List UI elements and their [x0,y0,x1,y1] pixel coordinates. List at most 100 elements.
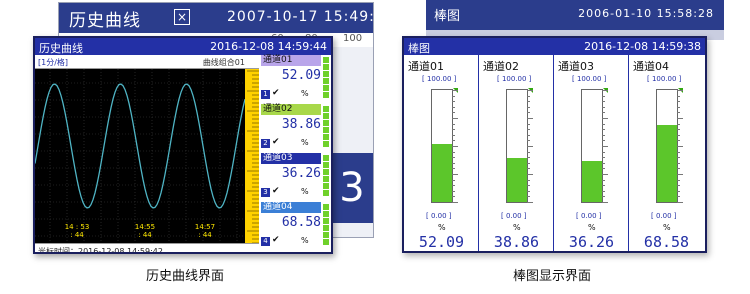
history-titlebar: 历史曲线 2016-12-08 14:59:44 [35,38,331,55]
time-label-sec: : 44 [198,231,212,239]
channel-panel-01[interactable]: 通道01 52.09 1 ✔ % [261,55,331,104]
history-title: 历史曲线 [39,42,83,55]
bar-tick [452,162,455,164]
curve-group-label[interactable]: 曲线组合01 [203,57,245,68]
bar-tube [431,88,458,203]
bar-titlebar: 棒图 2016-12-08 14:59:38 [404,38,705,55]
bar-tick [452,101,455,103]
cursor-time: 光标时间：2016-12-08 14:59:42 [38,247,163,254]
bar-tick [452,168,455,170]
bar-value: 36.26 [568,233,615,251]
interval-label[interactable]: [1分/格] [38,57,68,68]
channel-panel-02[interactable]: 通道02 38.86 2 ✔ % [261,104,331,153]
caption-bar: 棒图显示界面 [513,269,592,284]
channel-unit: % [301,138,309,147]
check-icon[interactable]: ✔ [272,88,280,98]
history-back-titlebar: 历史曲线 × 2007-10-17 15:49:39 [59,3,373,33]
bar-tick [602,106,605,108]
check-icon[interactable]: ✔ [272,186,280,196]
bar-tick [527,168,530,170]
bar-channel-name: 通道04 [633,60,669,73]
channel-panel-03[interactable]: 通道03 36.26 3 ✔ % [261,153,331,202]
bar-chart-window: 棒图 2016-12-08 14:59:38 通道01 [ 100.00 ] [… [402,36,707,253]
channel-name: 通道03 [261,153,321,164]
bar-fill [582,161,602,202]
bar-tick [452,157,455,159]
bar-tick [677,101,680,103]
time-label-sec: : 44 [138,231,152,239]
bar-range-min: [ 0.00 ] [576,212,602,220]
history-datetime: 2016-12-08 14:59:44 [210,40,327,53]
channel-value: 68.58 [281,215,321,230]
bar-tick [527,118,533,119]
bar-tick [602,90,608,91]
bar-tick [452,106,455,108]
bar-column-01[interactable]: 通道01 [ 100.00 ] [ 0.00 ] % 52.09 [404,55,479,251]
bar-tick [677,90,683,91]
bar-tick [452,118,458,119]
bar-title: 棒图 [408,42,430,55]
channel-panel-04[interactable]: 通道04 68.58 4 ✔ % [261,202,331,251]
channel-number: 1 [261,90,270,99]
bar-tick [602,140,605,142]
history-back-title: 历史曲线 [69,11,141,31]
bar-column-03[interactable]: 通道03 [ 100.00 ] [ 0.00 ] % 36.26 [554,55,629,251]
bar-tick [452,95,455,97]
bar-column-02[interactable]: 通道02 [ 100.00 ] [ 0.00 ] % 38.86 [479,55,554,251]
bar-tick [527,95,530,97]
bar-tick [452,196,455,198]
bar-channel-name: 通道01 [408,60,444,73]
level-bars [323,155,329,199]
bar-tick [677,129,680,131]
bar-tick [527,157,530,159]
bar-tick [527,185,530,187]
bar-tick [452,140,455,142]
bar-tube [656,88,683,203]
bar-ticks [527,90,533,203]
bar-datetime: 2016-12-08 14:59:38 [584,40,701,53]
bar-tick [677,174,683,175]
time-label: 14:55 : 44 [130,223,160,239]
bar-tick [602,134,605,136]
check-icon[interactable]: ✔ [272,235,280,245]
check-icon[interactable]: ✔ [272,137,280,147]
curve-plot[interactable]: 14 : 53 : 44 14:55 : 44 14:57 : 44 [35,69,245,244]
bar-range-max: [ 100.00 ] [572,75,607,83]
time-label-time: 14:57 [194,223,216,231]
channel-footer: 1 ✔ % [261,88,321,100]
bar-tick [602,129,605,131]
bar-fill [657,125,677,202]
bar-value: 68.58 [643,233,690,251]
bar-tick [452,190,455,192]
bar-tick [527,202,533,203]
bar-tick [677,106,680,108]
ruler-ticks [247,70,259,244]
close-icon[interactable]: × [174,9,190,25]
channel-footer: 3 ✔ % [261,186,321,198]
bar-column-04[interactable]: 通道04 [ 100.00 ] [ 0.00 ] % 68.58 [629,55,705,251]
time-label: 14:57 : 44 [190,223,220,239]
bar-tick [677,157,680,159]
channel-number: 2 [261,139,270,148]
channel-number: 3 [261,188,270,197]
bar-tick [452,146,458,147]
bar-range-max: [ 100.00 ] [422,75,457,83]
bar-tube [581,88,608,203]
bar-value: 52.09 [418,233,465,251]
time-label-time: 14 : 53 [64,223,90,231]
channel-number: 4 [261,237,270,246]
bar-tick [452,90,458,91]
bar-tube [506,88,533,203]
channel-value: 52.09 [281,68,321,83]
channel-list: 通道01 52.09 1 ✔ % 通道02 38.86 2 ✔ % 通道03 3… [259,55,331,252]
bar-tick [452,185,455,187]
channel-name: 通道04 [261,202,321,213]
level-bars [323,57,329,101]
bar-tick [527,134,530,136]
bar-tick [602,101,605,103]
bar-tick [527,106,530,108]
channel-unit: % [301,236,309,245]
caption-history: 历史曲线界面 [146,269,225,284]
bar-ticks [602,90,608,203]
bar-tick [602,118,608,119]
